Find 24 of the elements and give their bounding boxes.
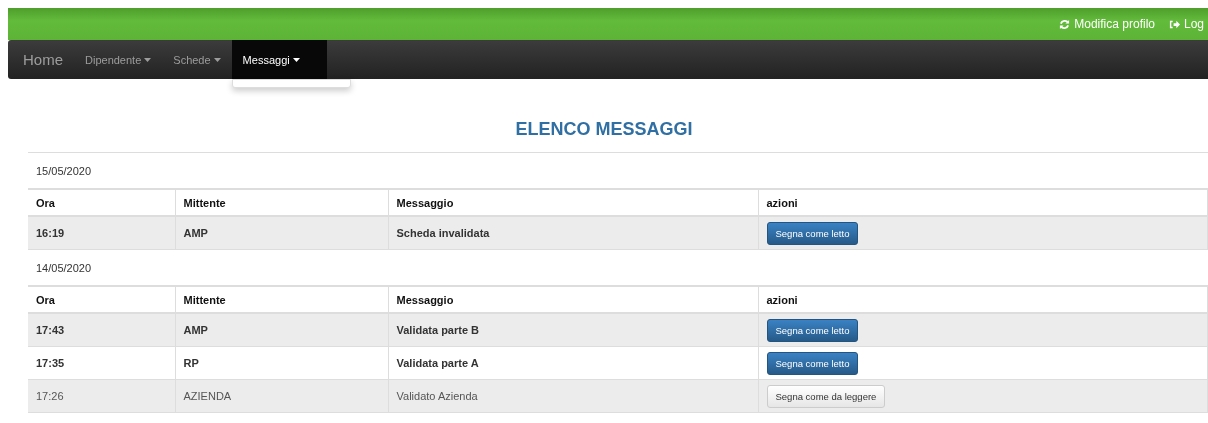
table-cell: Validata parte B [388,313,758,347]
nav-item[interactable]: Schede [162,40,232,79]
table-cell: Scheda invalidata [388,216,758,250]
mark-button[interactable]: Segna come da leggere [766,384,886,408]
table-cell: AZIENDA [175,379,388,413]
table-cell: Validata parte A [388,346,758,380]
table-cell: AMP [175,216,388,250]
table-cell: 17:43 [28,313,175,347]
date-cell: 14/05/2020 [28,249,1208,286]
logout-icon [1168,18,1180,30]
nav-item[interactable]: Home [12,40,74,79]
mark-button[interactable]: Segna come letto [766,351,859,375]
refresh-icon [1059,18,1071,30]
date-cell: 15/05/2020 [28,152,1208,189]
table-cell: 17:35 [28,346,175,380]
table-cell: 17:26 [28,379,175,413]
mark-button[interactable]: Segna come letto [766,318,859,342]
table-cell: AMP [175,313,388,347]
table-cell: Validato Azienda [388,379,758,413]
table-cell: 16:19 [28,216,175,250]
mark-button[interactable]: Segna come letto [766,221,859,245]
nav-item[interactable]: Dipendente [74,40,163,79]
table-cell: RP [175,346,388,380]
page-title: ELENCO MESSAGGI [514,119,694,140]
